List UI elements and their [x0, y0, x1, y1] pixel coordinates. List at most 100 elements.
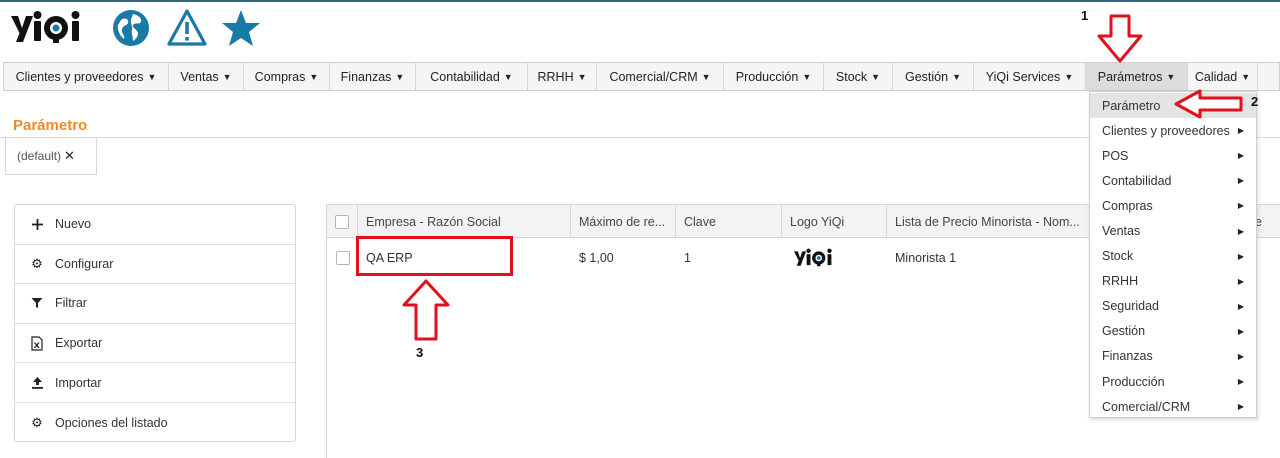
action-filtrar[interactable]: Filtrar [15, 284, 295, 324]
caret-down-icon: ▼ [222, 71, 232, 82]
dropdown-item-label: Parámetro [1102, 98, 1161, 113]
dropdown-item-label: Clientes y proveedores [1102, 123, 1230, 138]
action-label: Filtrar [55, 296, 87, 311]
menu-label: RRHH [537, 69, 574, 84]
submenu-arrow-icon: ▶ [1237, 251, 1244, 261]
cell-maximo[interactable]: $ 1,00 [571, 238, 676, 278]
cell-clave[interactable]: 1 [676, 238, 782, 278]
star-icon[interactable] [221, 8, 261, 48]
menu-yiqi-services[interactable]: YiQi Services ▼ [974, 63, 1086, 90]
column-header-empresa[interactable]: Empresa - Razón Social [358, 205, 571, 238]
menu-label: Contabilidad [430, 69, 500, 84]
upload-icon [29, 376, 45, 389]
menu-label: Parámetros [1097, 69, 1163, 84]
plus-icon [29, 218, 45, 230]
dropdown-item-ventas[interactable]: Ventas ▶ [1090, 218, 1256, 243]
dropdown-item-label: Gestión [1102, 324, 1146, 339]
column-header-logo[interactable]: Logo YiQi [782, 205, 887, 238]
caret-down-icon: ▼ [395, 71, 405, 82]
action-opciones-del-listado[interactable]: ⚙ Opciones del listado [15, 403, 295, 443]
tab-default[interactable]: (default) ✕ [5, 138, 97, 175]
action-label: Importar [55, 375, 102, 390]
highlight-box-empresa [356, 236, 513, 276]
dropdown-item-label: Contabilidad [1102, 173, 1172, 188]
up-arrow-annotation [402, 279, 450, 341]
excel-file-icon [29, 335, 45, 351]
caret-down-icon: ▼ [1241, 71, 1251, 82]
menu-gestión[interactable]: Gestión ▼ [893, 63, 974, 90]
submenu-arrow-icon: ▶ [1237, 226, 1244, 236]
globe-icon[interactable] [111, 8, 151, 48]
menu-label: Gestión [904, 69, 949, 84]
menu-label: Comercial/CRM [609, 69, 698, 84]
submenu-arrow-icon: ▶ [1237, 326, 1244, 336]
caret-down-icon: ▼ [871, 71, 881, 82]
yiqi-logo-thumbnail [794, 248, 832, 267]
cell-logo[interactable] [782, 238, 887, 278]
menu-stock[interactable]: Stock ▼ [824, 63, 893, 90]
column-header-clave[interactable]: Clave [676, 205, 782, 238]
menu-contabilidad[interactable]: Contabilidad ▼ [416, 63, 528, 90]
dropdown-item-label: Compras [1102, 198, 1153, 213]
dropdown-item-clientes-y-proveedores[interactable]: Clientes y proveedores ▶ [1090, 118, 1256, 143]
close-tab-icon[interactable]: ✕ [64, 148, 75, 164]
dropdown-item-producción[interactable]: Producción ▶ [1090, 369, 1256, 394]
submenu-arrow-icon: ▶ [1237, 402, 1244, 412]
dropdown-item-pos[interactable]: POS ▶ [1090, 143, 1256, 168]
caret-down-icon: ▼ [1166, 71, 1176, 82]
menu-clientes-y-proveedores[interactable]: Clientes y proveedores ▼ [4, 63, 169, 90]
caret-down-icon: ▼ [147, 71, 157, 82]
action-label: Opciones del listado [55, 415, 168, 430]
action-importar[interactable]: Importar [15, 363, 295, 403]
menu-label: YiQi Services [985, 69, 1061, 84]
submenu-arrow-icon: ▶ [1237, 276, 1244, 286]
action-label: Exportar [55, 336, 103, 351]
menu-label: Ventas [180, 69, 219, 84]
menu-finanzas[interactable]: Finanzas ▼ [330, 63, 416, 90]
row-checkbox[interactable] [335, 251, 350, 265]
menu-ventas[interactable]: Ventas ▼ [169, 63, 244, 90]
dropdown-item-stock[interactable]: Stock ▶ [1090, 244, 1256, 269]
menu-comercial-crm[interactable]: Comercial/CRM ▼ [597, 63, 724, 90]
step-2-label: 2 [1251, 94, 1259, 109]
submenu-arrow-icon: ▶ [1237, 151, 1244, 161]
submenu-arrow-icon: ▶ [1237, 176, 1244, 186]
menu-label: Finanzas [340, 69, 392, 84]
top-accent-line [0, 0, 1280, 2]
dropdown-item-finanzas[interactable]: Finanzas ▶ [1090, 344, 1256, 369]
menu-producción[interactable]: Producción ▼ [724, 63, 824, 90]
menu-label: Producción [735, 69, 799, 84]
gear-icon: ⚙ [31, 255, 43, 271]
dropdown-item-rrhh[interactable]: RRHH ▶ [1090, 269, 1256, 294]
main-menubar: Clientes y proveedores ▼ Ventas ▼ Compras ▼ Fi… [3, 62, 1280, 91]
gear-icon: ⚙ [31, 414, 43, 430]
submenu-arrow-icon: ▶ [1237, 301, 1244, 311]
action-exportar[interactable]: Exportar [15, 324, 295, 364]
menu-parámetros[interactable]: Parámetros ▼ [1086, 63, 1188, 90]
warning-icon[interactable] [167, 8, 207, 48]
dropdown-item-compras[interactable]: Compras ▶ [1090, 193, 1256, 218]
menu-compras[interactable]: Compras ▼ [244, 63, 330, 90]
dropdown-item-label: Ventas [1102, 224, 1141, 239]
tab-label: (default) [17, 149, 62, 163]
menu-rrhh[interactable]: RRHH ▼ [528, 63, 597, 90]
submenu-arrow-icon: ▶ [1237, 351, 1244, 361]
submenu-arrow-icon: ▶ [1237, 126, 1244, 136]
dropdown-item-comercial-crm[interactable]: Comercial/CRM ▶ [1090, 394, 1256, 419]
down-arrow-annotation [1097, 14, 1143, 63]
action-nuevo[interactable]: Nuevo [15, 205, 295, 245]
yiqi-logo[interactable] [8, 6, 94, 50]
tabs-divider [0, 137, 1280, 138]
dropdown-item-seguridad[interactable]: Seguridad ▶ [1090, 294, 1256, 319]
select-all-checkbox[interactable] [335, 214, 349, 229]
menu-calidad[interactable]: Calidad ▼ [1188, 63, 1258, 90]
dropdown-item-label: Comercial/CRM [1102, 399, 1191, 414]
step-3-label: 3 [416, 345, 424, 360]
action-configurar[interactable]: ⚙ Configurar [15, 245, 295, 285]
menu-label: Compras [254, 69, 306, 84]
dropdown-item-gestión[interactable]: Gestión ▶ [1090, 319, 1256, 344]
caret-down-icon: ▼ [503, 71, 513, 82]
column-header-maximo[interactable]: Máximo de re... [571, 205, 676, 238]
dropdown-item-contabilidad[interactable]: Contabilidad ▶ [1090, 168, 1256, 193]
caret-down-icon: ▼ [701, 71, 711, 82]
